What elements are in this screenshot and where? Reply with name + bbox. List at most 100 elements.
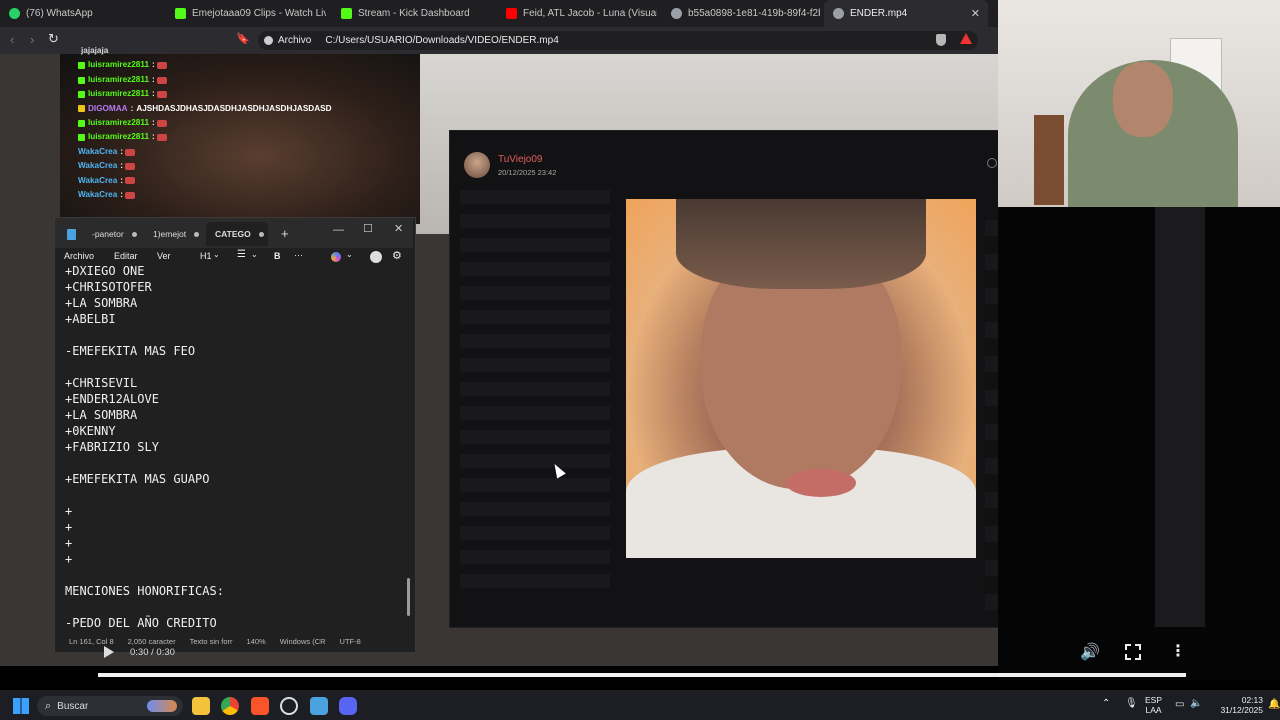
more-options-icon[interactable]: ⋮ bbox=[1170, 641, 1186, 661]
chevron-down-icon[interactable]: ⌄ bbox=[213, 250, 220, 259]
tab-kick-dashboard[interactable]: Stream - Kick Dashboard bbox=[332, 0, 492, 27]
chat-message: luisramirez2811: bbox=[78, 116, 338, 130]
menu-editar[interactable]: Editar bbox=[114, 251, 138, 261]
badge-icon bbox=[78, 76, 85, 84]
status-format: Texto sin forr bbox=[189, 636, 233, 646]
gear-icon[interactable]: ⚙ bbox=[392, 249, 402, 262]
more-icon[interactable] bbox=[987, 158, 997, 168]
emote-icon bbox=[156, 134, 167, 142]
account-icon[interactable] bbox=[370, 251, 382, 263]
taskbar-clock[interactable]: 02:13 31/12/2025 bbox=[1203, 695, 1263, 715]
chat-message: WakaCrea: bbox=[78, 188, 338, 202]
menu-ver[interactable]: Ver bbox=[157, 251, 171, 261]
scrollbar[interactable] bbox=[407, 578, 410, 616]
notepad-icon bbox=[67, 229, 76, 240]
chevron-up-icon[interactable]: ⌃ bbox=[1102, 698, 1110, 709]
chat-user: WakaCrea bbox=[78, 161, 118, 171]
youtube-icon bbox=[506, 8, 517, 19]
reload-icon[interactable]: ↻ bbox=[48, 31, 59, 47]
notepad-tab[interactable]: -panetor bbox=[84, 222, 142, 246]
brave-icon[interactable] bbox=[251, 697, 269, 715]
close-window-icon[interactable]: ✕ bbox=[394, 222, 403, 235]
badge-icon bbox=[78, 62, 85, 70]
tab-title: Stream - Kick Dashboard bbox=[358, 8, 470, 19]
notepad-tab[interactable]: 1)emejot bbox=[145, 222, 203, 246]
close-tab-icon[interactable]: ✕ bbox=[971, 7, 980, 20]
back-icon[interactable]: ‹ bbox=[10, 32, 14, 47]
status-chars: 2,050 caracter bbox=[127, 636, 176, 646]
tab-ender-mp4[interactable]: ENDER.mp4 ✕ bbox=[824, 0, 988, 27]
brave-shield-icon[interactable] bbox=[936, 34, 946, 46]
popup-author[interactable]: TuViejo09 bbox=[498, 154, 542, 165]
search-highlight-icon bbox=[147, 700, 177, 712]
url-field[interactable]: Archivo C:/Users/USUARIO/Downloads/VIDEO… bbox=[258, 31, 978, 50]
clock-date: 31/12/2025 bbox=[1220, 705, 1263, 715]
tab-uuid[interactable]: b55a0898-1e81-419b-89f4-f2ba830 bbox=[662, 0, 820, 27]
shared-photo[interactable] bbox=[626, 199, 976, 558]
chat-user: luisramirez2811 bbox=[88, 60, 149, 70]
right-side-panel bbox=[1155, 207, 1205, 627]
lang-bottom: LAA bbox=[1145, 705, 1162, 715]
tab-title: b55a0898-1e81-419b-89f4-f2ba830 bbox=[688, 8, 820, 19]
emote-icon bbox=[125, 148, 136, 156]
copilot-icon[interactable] bbox=[331, 252, 341, 262]
chat-user: luisramirez2811 bbox=[88, 74, 149, 84]
popup-date: 20/12/2025 23:42 bbox=[498, 168, 557, 177]
chat-user: luisramirez2811 bbox=[88, 89, 149, 99]
tab-kick-clips[interactable]: Emejotaaa09 Clips - Watch Live on K bbox=[166, 0, 326, 27]
whatsapp-icon bbox=[9, 8, 20, 19]
volume-icon[interactable]: 🔊 bbox=[1080, 642, 1100, 662]
chat-user: WakaCrea bbox=[78, 146, 118, 156]
volume-tray-icon[interactable]: 🔈 bbox=[1190, 698, 1202, 709]
obs-icon[interactable] bbox=[280, 697, 298, 715]
notepad-tab-active[interactable]: CATEGO bbox=[206, 222, 268, 246]
chrome-icon[interactable] bbox=[221, 697, 239, 715]
taskbar-search[interactable]: ⌕ Buscar bbox=[37, 696, 183, 716]
file-explorer-icon[interactable] bbox=[192, 697, 210, 715]
chat-message: luisramirez2811: bbox=[78, 87, 338, 101]
windows-start-icon[interactable] bbox=[13, 698, 29, 714]
more-icon[interactable]: ··· bbox=[294, 250, 303, 260]
globe-icon bbox=[833, 8, 844, 19]
chat-user: luisramirez2811 bbox=[88, 132, 149, 142]
tab-youtube[interactable]: Feid, ATL Jacob - Luna (Visualizer) - Y bbox=[497, 0, 657, 27]
chat-user: WakaCrea bbox=[78, 190, 118, 200]
bold-icon[interactable]: B bbox=[274, 251, 281, 261]
badge-icon bbox=[78, 134, 85, 142]
status-encoding[interactable]: UTF-8 bbox=[340, 637, 361, 646]
tab-label: 1)emejot bbox=[153, 229, 187, 239]
notepad-editor[interactable]: +DXIEGO ONE +CHRISOTOFER +LA SOMBRA +ABE… bbox=[65, 263, 395, 631]
menu-archivo[interactable]: Archivo bbox=[64, 251, 94, 261]
right-dark-area bbox=[998, 207, 1280, 680]
minimize-icon[interactable]: — bbox=[333, 224, 344, 236]
tab-title: ENDER.mp4 bbox=[850, 8, 908, 19]
tab-whatsapp[interactable]: (76) WhatsApp bbox=[0, 0, 163, 27]
maximize-icon[interactable]: ☐ bbox=[363, 222, 373, 235]
brave-rewards-icon[interactable] bbox=[960, 33, 972, 44]
status-line-ending[interactable]: Windows (CR bbox=[280, 637, 326, 646]
badge-icon bbox=[78, 90, 85, 98]
list-icon[interactable]: ☰ bbox=[237, 249, 246, 260]
chevron-down-icon[interactable]: ⌄ bbox=[346, 250, 353, 259]
unsaved-dot-icon bbox=[258, 231, 264, 237]
microphone-icon[interactable]: 🎙 bbox=[1125, 698, 1138, 709]
notepad-taskbar-icon[interactable] bbox=[310, 697, 328, 715]
video-progress-bar[interactable] bbox=[98, 673, 1186, 677]
discord-icon[interactable] bbox=[339, 697, 357, 715]
status-position: Ln 161, Col 8 bbox=[69, 636, 114, 646]
badge-icon bbox=[78, 119, 85, 127]
tab-label: -panetor bbox=[92, 229, 124, 239]
heading-dropdown[interactable]: H1 bbox=[200, 251, 212, 261]
play-icon[interactable] bbox=[104, 646, 114, 658]
status-zoom[interactable]: 140% bbox=[247, 637, 266, 646]
search-icon: ⌕ bbox=[45, 699, 52, 712]
notification-icon[interactable]: 🔔 bbox=[1268, 699, 1280, 710]
chat-message: jajajaja bbox=[78, 44, 338, 58]
chevron-down-icon[interactable]: ⌄ bbox=[251, 250, 258, 259]
network-icon[interactable]: ▭ bbox=[1175, 699, 1184, 710]
badge-icon bbox=[78, 105, 85, 113]
new-tab-icon[interactable]: + bbox=[281, 226, 289, 241]
language-indicator[interactable]: ESP LAA bbox=[1145, 695, 1162, 715]
fullscreen-icon[interactable] bbox=[1125, 644, 1141, 660]
forward-icon[interactable]: › bbox=[30, 32, 34, 47]
